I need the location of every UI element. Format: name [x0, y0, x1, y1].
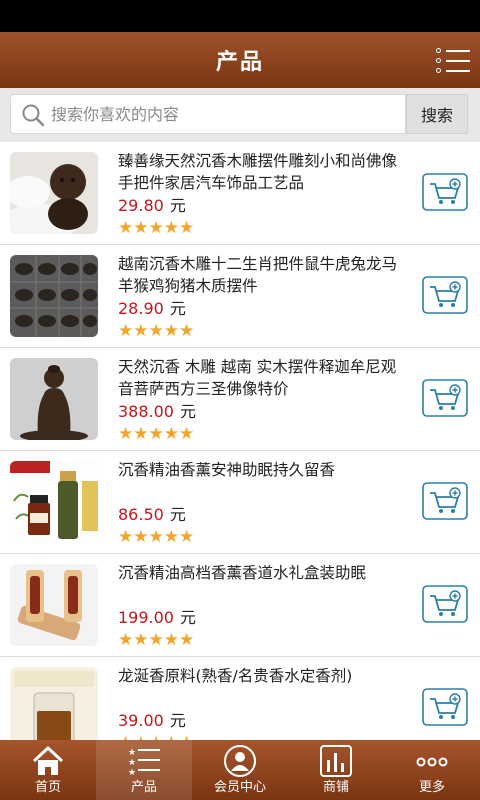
tab-shop-label: 商铺 [322, 780, 349, 795]
product-price: 28.90 [118, 299, 164, 318]
price-row: 29.80 元 [118, 192, 186, 216]
price-row: 86.50 元 [118, 501, 186, 525]
add-to-cart-icon[interactable] [422, 688, 468, 726]
price-row: 199.00 元 [118, 604, 196, 628]
rating-stars: ★★★★★ [118, 218, 195, 238]
product-price: 29.80 [118, 196, 164, 215]
svg-text:★: ★ [128, 748, 136, 758]
list-menu-icon[interactable] [436, 44, 470, 76]
product-image [10, 667, 98, 749]
rating-stars: ★★★★★ [118, 321, 195, 341]
add-to-cart-icon[interactable] [422, 585, 468, 623]
product-item[interactable]: 沉香精油高档香薰香道水礼盒装助眠 199.00 元 ★★★★★ [0, 554, 480, 657]
tab-more[interactable]: 更多 [384, 740, 480, 800]
add-to-cart-icon[interactable] [422, 379, 468, 417]
search-button[interactable]: 搜索 [406, 94, 468, 134]
product-name[interactable]: 沉香精油香薰安神助眠持久留香 [118, 459, 398, 481]
product-item[interactable]: 沉香精油香薰安神助眠持久留香 86.50 元 ★★★★★ [0, 451, 480, 554]
member-icon [224, 745, 256, 777]
product-price: 86.50 [118, 505, 164, 524]
product-item[interactable]: 天然沉香 木雕 越南 实木摆件释迦牟尼观音菩萨西方三圣佛像特价 388.00 元 … [0, 348, 480, 451]
product-item[interactable]: 越南沉香木雕十二生肖把件鼠牛虎兔龙马羊猴鸡狗猪木质摆件 28.90 元 ★★★★★ [0, 245, 480, 348]
search-input[interactable] [51, 95, 391, 133]
bottom-tab-bar: 首页 ★ ★ ★ 产品 会员中心 商铺 更多 [0, 740, 480, 800]
tab-more-label: 更多 [418, 780, 445, 795]
product-name[interactable]: 沉香精油高档香薰香道水礼盒装助眠 [118, 562, 398, 584]
shop-chart-icon [320, 745, 352, 777]
product-price: 388.00 [118, 402, 174, 421]
add-to-cart-icon[interactable] [422, 173, 468, 211]
price-row: 28.90 元 [118, 295, 186, 319]
price-unit: 元 [169, 711, 186, 730]
add-to-cart-icon[interactable] [422, 482, 468, 520]
search-icon [22, 104, 45, 127]
product-image [10, 152, 98, 234]
product-list: 臻善缘天然沉香木雕摆件雕刻小和尚佛像手把件家居汽车饰品工艺品 29.80 元 ★★… [0, 142, 480, 760]
product-image [10, 564, 98, 646]
rating-stars: ★★★★★ [118, 527, 195, 547]
tab-products[interactable]: ★ ★ ★ 产品 [96, 740, 192, 800]
tab-products-label: 产品 [130, 780, 157, 795]
tab-home[interactable]: 首页 [0, 740, 96, 800]
search-box [10, 94, 406, 134]
price-row: 39.00 元 [118, 707, 186, 731]
add-to-cart-icon[interactable] [422, 276, 468, 314]
price-unit: 元 [179, 402, 196, 421]
product-item[interactable]: 臻善缘天然沉香木雕摆件雕刻小和尚佛像手把件家居汽车饰品工艺品 29.80 元 ★★… [0, 142, 480, 245]
rating-stars: ★★★★★ [118, 424, 195, 444]
svg-text:★: ★ [128, 768, 136, 778]
product-list-icon: ★★★ [128, 748, 160, 778]
tab-member-center[interactable]: 会员中心 [192, 740, 288, 800]
price-unit: 元 [179, 608, 196, 627]
price-row: 388.00 元 [118, 398, 196, 422]
product-name[interactable]: 天然沉香 木雕 越南 实木摆件释迦牟尼观音菩萨西方三圣佛像特价 [118, 356, 398, 400]
price-unit: 元 [169, 196, 186, 215]
svg-text:★: ★ [128, 758, 136, 768]
price-unit: 元 [169, 505, 186, 524]
rating-stars: ★★★★★ [118, 630, 195, 650]
tab-shop[interactable]: 商铺 [288, 740, 384, 800]
product-price: 199.00 [118, 608, 174, 627]
app-header: 产品 [0, 32, 480, 88]
product-image [10, 358, 98, 440]
search-bar: 搜索 [0, 88, 480, 142]
product-image [10, 255, 98, 337]
product-price: 39.00 [118, 711, 164, 730]
product-name[interactable]: 越南沉香木雕十二生肖把件鼠牛虎兔龙马羊猴鸡狗猪木质摆件 [118, 253, 398, 297]
page-title: 产品 [215, 50, 264, 75]
tab-member-center-label: 会员中心 [213, 780, 266, 795]
status-bar [0, 0, 480, 32]
price-unit: 元 [169, 299, 186, 318]
more-dots-icon [416, 757, 448, 767]
product-name[interactable]: 龙涎香原料(熟香/名贵香水定香剂) [118, 665, 398, 687]
product-name[interactable]: 臻善缘天然沉香木雕摆件雕刻小和尚佛像手把件家居汽车饰品工艺品 [118, 150, 398, 194]
tab-home-label: 首页 [34, 780, 61, 795]
product-image [10, 461, 98, 543]
home-icon [32, 746, 64, 775]
